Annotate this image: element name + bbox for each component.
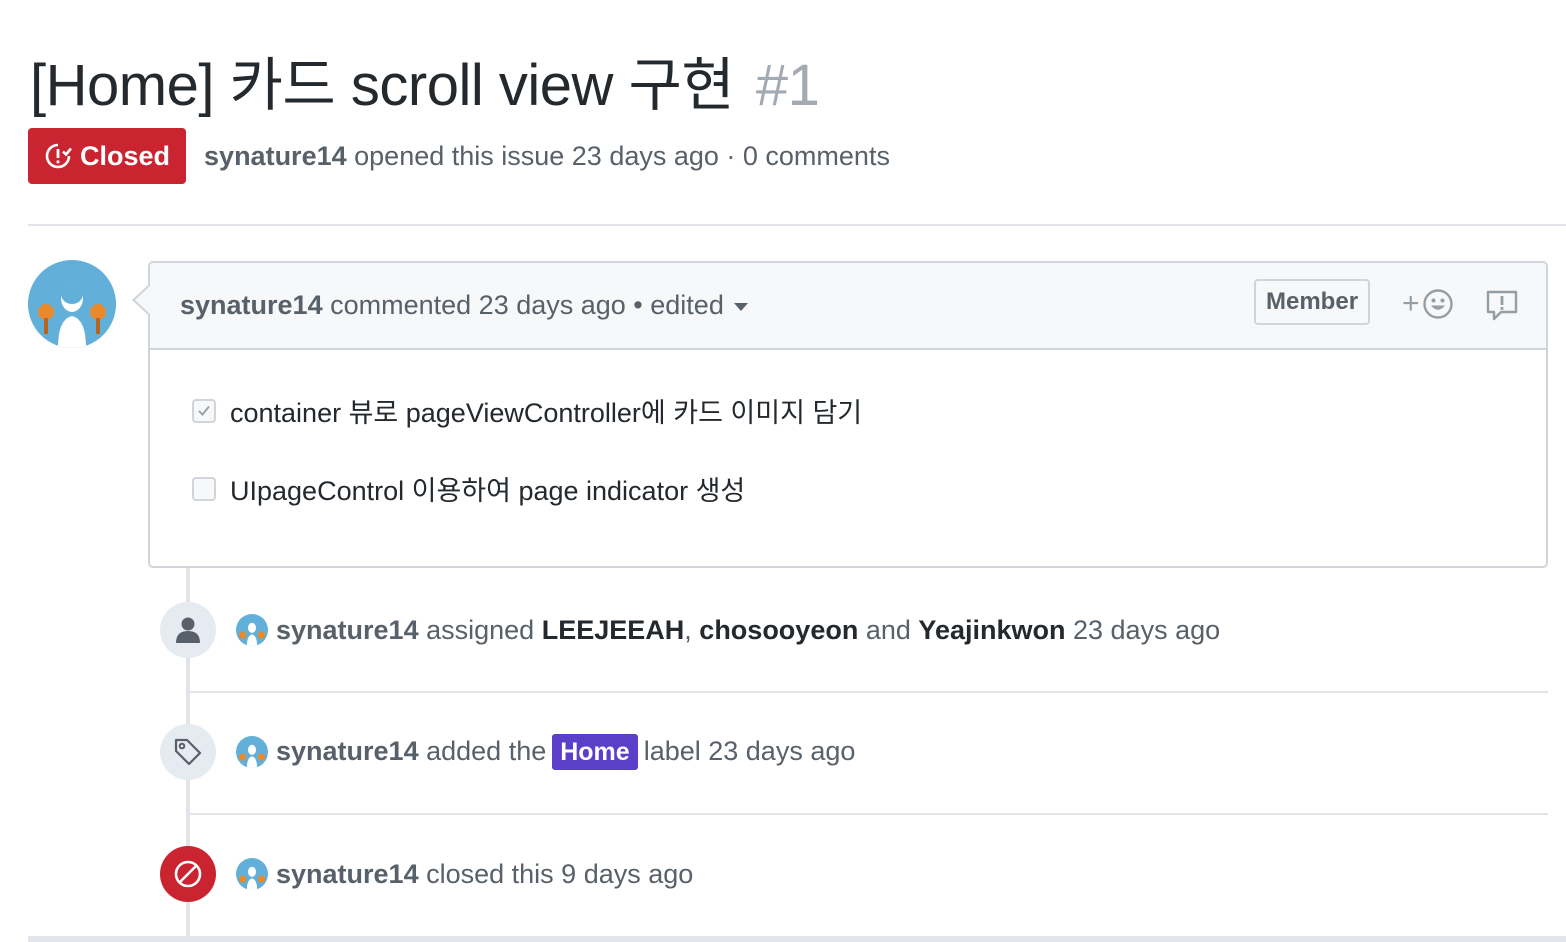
issue-number: #1: [755, 53, 820, 118]
assignee-link[interactable]: chosooyeon: [699, 615, 858, 645]
event-time: 23 days ago: [1073, 614, 1221, 645]
avatar-image: [236, 736, 268, 768]
actor-avatar[interactable]: [236, 614, 268, 646]
add-reaction-button[interactable]: +: [1402, 287, 1462, 321]
report-button[interactable]: [1484, 287, 1520, 323]
event-after: label 23 days ago: [643, 736, 856, 766]
issue-title-text: [Home] 카드 scroll view 구현: [30, 53, 735, 118]
smiley-icon: [1422, 289, 1453, 319]
event-before: added the: [426, 736, 547, 766]
task-checkbox-unchecked[interactable]: [192, 476, 216, 501]
event-text: synature14 closed this 9 days ago: [276, 859, 693, 890]
issue-meta: Closed synature14 opened this issue 23 d…: [28, 128, 890, 184]
event-text: synature14 assigned LEEJEEAH, chosooyeon…: [276, 615, 1220, 646]
chevron-down-icon: [733, 302, 748, 311]
event-verb: assigned: [426, 614, 535, 645]
event-closed-text: closed this 9 days ago: [426, 858, 694, 889]
timeline-event-labeled: synature14 added the Home label 23 days ag…: [160, 724, 855, 780]
actor-link[interactable]: synature14: [276, 615, 419, 645]
event-divider: [188, 813, 1548, 815]
comment-arrow-fill: [135, 286, 150, 314]
event-badge: [160, 724, 216, 780]
task-item: container 뷰로 pageViewController에 카드 이미지 …: [192, 391, 862, 430]
timeline-event-closed: synature14 closed this 9 days ago: [160, 846, 693, 902]
tag-icon: [174, 738, 202, 766]
comment-author-link[interactable]: synature14: [180, 290, 323, 320]
task-label: container 뷰로 pageViewController에 카드 이미지 …: [230, 398, 863, 428]
timeline-event-assigned: synature14 assigned LEEJEEAH, chosooyeon…: [160, 602, 1220, 658]
author-avatar[interactable]: [28, 260, 116, 348]
check-icon: [198, 405, 210, 416]
bottom-divider: [28, 936, 1566, 942]
actor-link[interactable]: synature14: [276, 859, 419, 889]
comment-meta: synature14 commented 23 days ago • edite…: [180, 290, 748, 321]
report-icon: [1486, 290, 1518, 321]
state-label: Closed: [80, 140, 171, 171]
label-home[interactable]: Home: [552, 734, 638, 770]
member-badge: Member: [1254, 279, 1371, 325]
circle-slash-icon: [174, 860, 202, 888]
comma: ,: [684, 614, 692, 645]
event-divider: [188, 691, 1548, 693]
person-icon: [176, 617, 200, 643]
avatar-image: [28, 260, 116, 348]
avatar-image: [236, 858, 268, 890]
event-text: synature14 added the Home label 23 days ag…: [276, 734, 855, 770]
state-badge-closed: Closed: [28, 128, 187, 184]
comment-header: synature14 commented 23 days ago • edite…: [150, 263, 1546, 350]
issue-meta-text: synature14 opened this issue 23 days ago…: [204, 141, 890, 172]
and-text: and: [865, 614, 911, 645]
issue-closed-icon: [45, 143, 72, 169]
actor-link[interactable]: synature14: [276, 736, 419, 766]
issue-opened-text: opened this issue 23 days ago · 0 commen…: [354, 140, 890, 171]
event-badge: [160, 602, 216, 658]
event-badge-closed: [160, 846, 216, 902]
actor-avatar[interactable]: [236, 858, 268, 890]
comment-box: synature14 commented 23 days ago • edite…: [148, 261, 1548, 568]
task-label: UIpageControl 이용하여 page indicator 생성: [230, 476, 746, 506]
assignee-link[interactable]: Yeajinkwon: [918, 615, 1065, 645]
edited-label: edited: [650, 290, 724, 320]
comment-time: commented 23 days ago •: [330, 290, 643, 320]
assignee-link[interactable]: LEEJEEAH: [542, 615, 685, 645]
task-item: UIpageControl 이용하여 page indicator 생성: [192, 469, 745, 508]
header-divider: [28, 224, 1566, 226]
issue-author-link[interactable]: synature14: [204, 141, 347, 171]
plus-text: +: [1402, 287, 1420, 320]
edited-dropdown[interactable]: edited: [650, 290, 748, 320]
issue-title: [Home] 카드 scroll view 구현 #1: [30, 38, 820, 122]
actor-avatar[interactable]: [236, 736, 268, 768]
avatar-image: [236, 614, 268, 646]
task-checkbox-checked[interactable]: [192, 398, 216, 423]
